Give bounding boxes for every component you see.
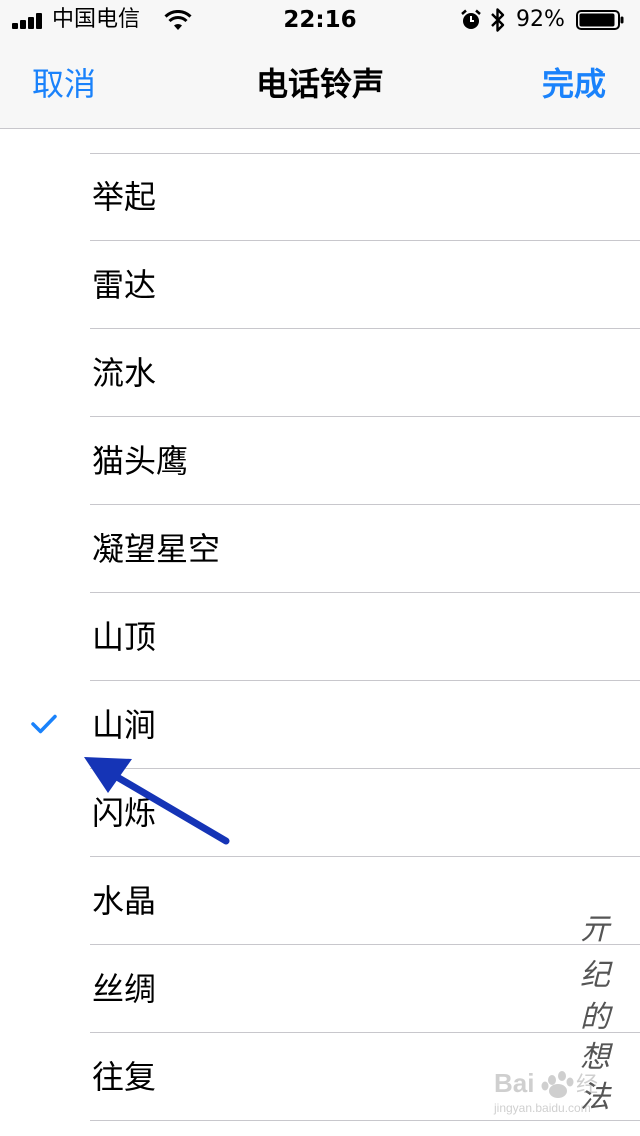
ringtone-item[interactable]: 山顶 <box>0 593 640 681</box>
ringtone-label: 往复 <box>92 1058 157 1096</box>
ringtone-label: 举起 <box>92 178 157 216</box>
ringtone-item[interactable]: 猫头鹰 <box>0 417 640 505</box>
ringtone-item[interactable]: 举起 <box>0 153 640 241</box>
ringtone-item[interactable]: 往复 <box>0 1033 640 1121</box>
ringtone-item[interactable]: 闪烁 <box>0 769 640 857</box>
ringtone-label: 猫头鹰 <box>92 442 189 480</box>
ringtone-label: 闪烁 <box>92 794 157 832</box>
ringtone-label: 丝绸 <box>92 970 157 1008</box>
done-button[interactable]: 完成 <box>542 64 606 104</box>
bluetooth-icon <box>491 8 505 32</box>
checkmark-icon <box>31 714 57 734</box>
ringtone-item[interactable]: 雷达 <box>0 241 640 329</box>
alarm-icon <box>461 9 481 29</box>
battery-icon <box>576 10 624 30</box>
ringtone-item[interactable]: 山涧 <box>0 681 640 769</box>
ringtone-label: 流水 <box>92 354 157 392</box>
ringtone-label: 凝望星空 <box>92 530 221 568</box>
status-bar: 中国电信 22:16 92% <box>0 0 640 40</box>
ringtone-item[interactable]: 流水 <box>0 329 640 417</box>
cancel-button[interactable]: 取消 <box>32 64 96 104</box>
ringtone-label: 水晶 <box>92 882 157 920</box>
ringtone-label: 山涧 <box>92 706 157 744</box>
ringtone-label: 雷达 <box>92 266 157 304</box>
ringtone-label: 山顶 <box>92 618 157 656</box>
ringtone-item[interactable]: 凝望星空 <box>0 505 640 593</box>
battery-percent: 92% <box>516 7 565 32</box>
navigation-bar: 取消 电话铃声 完成 <box>0 40 640 129</box>
ringtone-list: 举起雷达流水猫头鹰凝望星空山顶山涧闪烁水晶丝绸往复 <box>0 153 640 1121</box>
ringtone-item[interactable]: 丝绸 <box>0 945 640 1033</box>
ringtone-item[interactable]: 水晶 <box>0 857 640 945</box>
